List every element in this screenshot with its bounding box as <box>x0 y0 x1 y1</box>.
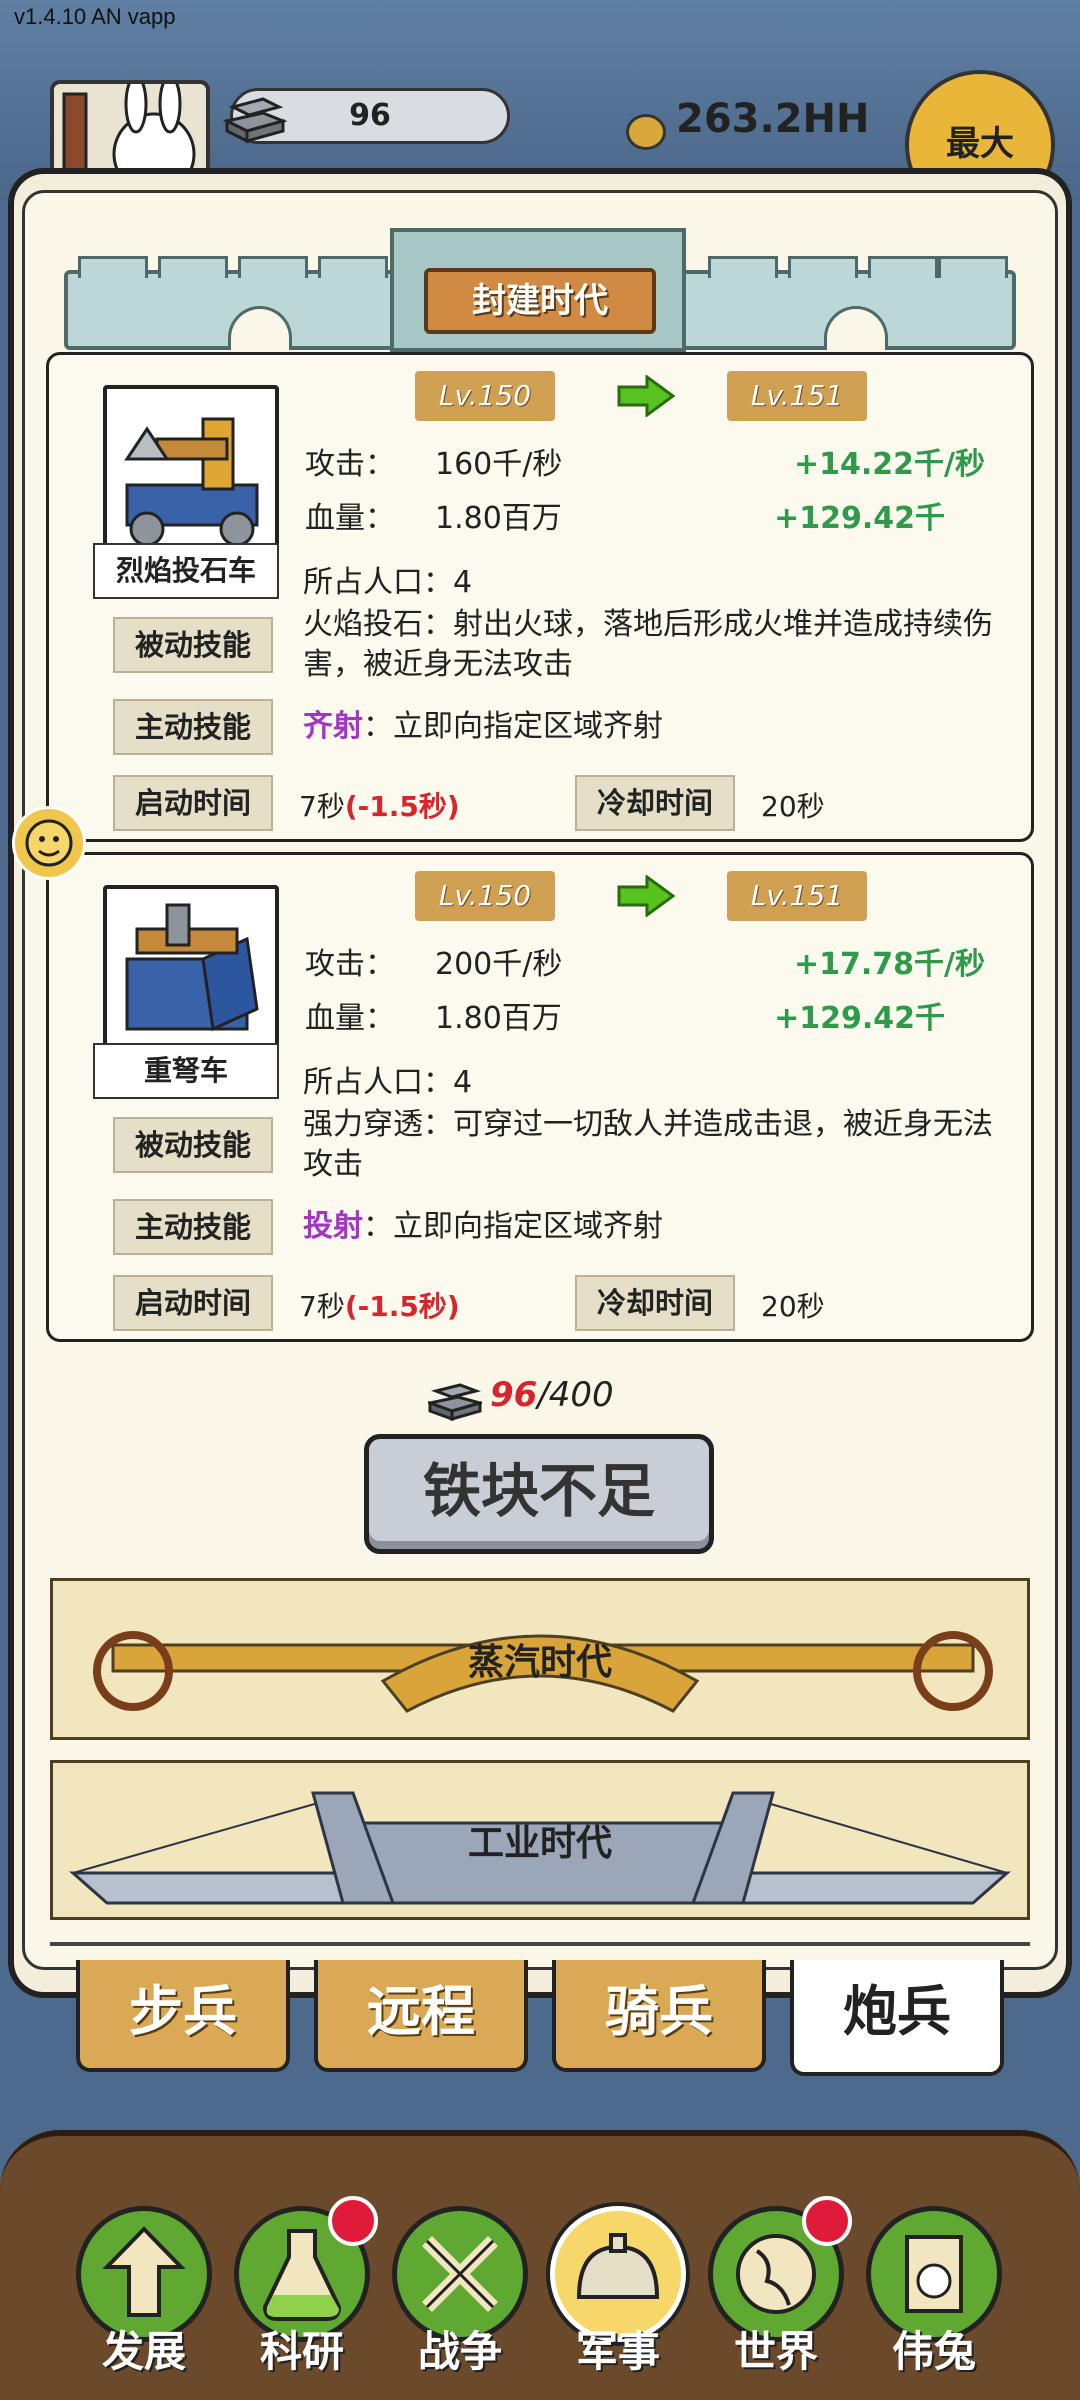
passive-skill-desc: 强力穿透：可穿过一切敌人并造成击退，被近身无法攻击 <box>303 1107 993 1182</box>
attack-delta: +14.22千/秒 <box>794 447 985 482</box>
era-banner-steam[interactable]: 蒸汽时代 <box>50 1578 1030 1740</box>
nav-label-military: 军事 <box>575 2327 660 2376</box>
active-skill-line: 齐射：立即向指定区域齐射 <box>303 707 1003 747</box>
floating-assistant-button[interactable] <box>12 806 86 880</box>
catapult-icon <box>124 417 259 547</box>
start-time-button[interactable]: 启动时间 <box>113 1275 273 1331</box>
active-skill-line: 投射：立即向指定区域齐射 <box>303 1207 1003 1247</box>
tab-infantry[interactable]: 步兵 <box>76 1960 290 2072</box>
active-skill-desc: ：立即向指定区域齐射 <box>363 1209 663 1244</box>
coin-amount: 263.2HH <box>676 96 870 142</box>
attack-row: 攻击： 160千/秒 <box>305 439 562 483</box>
hp-label: 血量： <box>305 1001 395 1036</box>
attack-row: 攻击： 200千/秒 <box>305 939 562 983</box>
assistant-face-icon <box>25 819 73 867</box>
attack-label: 攻击： <box>305 447 395 482</box>
hp-value: 1.80百万 <box>435 1001 562 1036</box>
start-time-value: 7秒(-1.5秒) <box>299 1285 460 1325</box>
nav-label-war: 战争 <box>417 2327 502 2376</box>
unit-card-heavy-ballista: 重弩车 Lv.150 Lv.151 攻击： 200千/秒 +17.78千/秒 血量… <box>46 852 1034 1342</box>
upgrade-cost: 96/400 <box>428 1375 614 1425</box>
current-era-title: 封建时代 <box>424 268 656 334</box>
nav-label-develop: 发展 <box>101 2327 186 2376</box>
cost-have: 96 <box>490 1375 538 1415</box>
cooldown-button[interactable]: 冷却时间 <box>575 775 735 831</box>
population: 所占人口：4 <box>303 565 473 600</box>
heavy-ballista-portrait <box>103 885 279 1055</box>
arrow-right-icon <box>617 375 675 417</box>
hp-row: 血量： 1.80百万 <box>305 493 562 537</box>
ballista-icon <box>125 903 259 1032</box>
iron-counter: 96 <box>223 88 510 144</box>
attack-delta: +17.78千/秒 <box>794 947 985 982</box>
attack-value: 160千/秒 <box>435 447 563 482</box>
attack-value: 200千/秒 <box>435 947 563 982</box>
hp-row: 血量： 1.80百万 <box>305 993 562 1037</box>
active-skill-button[interactable]: 主动技能 <box>113 1199 273 1255</box>
level-current: Lv.150 <box>415 871 555 921</box>
start-time-reduce: (-1.5秒) <box>344 1290 460 1323</box>
era-label-steam: 蒸汽时代 <box>467 1642 613 1683</box>
start-time: 7秒 <box>299 1290 345 1323</box>
unit-card-flame-catapult: 烈焰投石车 Lv.150 Lv.151 攻击： 160千/秒 +14.22千/秒 … <box>46 352 1034 842</box>
level-next: Lv.151 <box>727 871 867 921</box>
tab-cavalry[interactable]: 骑兵 <box>552 1960 766 2072</box>
level-next: Lv.151 <box>727 371 867 421</box>
active-skill-desc: ：立即向指定区域齐射 <box>363 709 663 744</box>
iron-ingot-icon <box>428 1383 482 1421</box>
population: 所占人口：4 <box>303 1065 473 1100</box>
arrow-right-icon <box>617 875 675 917</box>
start-time-button[interactable]: 启动时间 <box>113 775 273 831</box>
tab-artillery[interactable]: 炮兵 <box>790 1960 1004 2076</box>
start-time-reduce: (-1.5秒) <box>344 790 460 823</box>
unit-name: 烈焰投石车 <box>93 543 279 599</box>
cooldown-value: 20秒 <box>761 1290 825 1323</box>
coin-icon <box>626 114 666 150</box>
level-current: Lv.150 <box>415 371 555 421</box>
research-badge <box>328 2196 378 2246</box>
world-badge <box>802 2196 852 2246</box>
flame-catapult-portrait <box>103 385 279 555</box>
passive-skill-desc: 火焰投石：射出火球，落地后形成火堆并造成持续伤害，被近身无法攻击 <box>303 607 993 682</box>
attack-label: 攻击： <box>305 947 395 982</box>
hp-delta: +129.42千 <box>774 1001 945 1036</box>
era-label-industrial: 工业时代 <box>467 1823 613 1864</box>
active-skill-button[interactable]: 主动技能 <box>113 699 273 755</box>
cooldown-button[interactable]: 冷却时间 <box>575 1275 735 1331</box>
upgrade-button[interactable]: 铁块不足 <box>364 1434 714 1554</box>
cost-need: /400 <box>537 1375 614 1415</box>
iron-ingot-icon <box>223 97 287 144</box>
nav-label-research: 科研 <box>259 2327 344 2376</box>
cooldown-value: 20秒 <box>761 790 825 823</box>
iron-amount: 96 <box>349 98 391 133</box>
version-label: v1.4.10 AN vapp <box>14 4 176 29</box>
hp-delta: +129.42千 <box>774 501 945 536</box>
nav-label-world: 世界 <box>733 2327 818 2376</box>
active-skill-name: 投射 <box>303 1209 363 1244</box>
era-banner-industrial[interactable]: 工业时代 <box>50 1760 1030 1920</box>
passive-skill-button[interactable]: 被动技能 <box>113 1117 273 1173</box>
unit-name: 重弩车 <box>93 1043 279 1099</box>
panel-divider <box>50 1942 1030 1946</box>
active-skill-name: 齐射 <box>303 709 363 744</box>
start-time-value: 7秒(-1.5秒) <box>299 785 460 825</box>
hp-label: 血量： <box>305 501 395 536</box>
tab-ranged[interactable]: 远程 <box>314 1960 528 2072</box>
hp-value: 1.80百万 <box>435 501 562 536</box>
passive-skill-button[interactable]: 被动技能 <box>113 617 273 673</box>
nav-label-great-rabbit: 伟兔 <box>891 2327 976 2376</box>
start-time: 7秒 <box>299 790 345 823</box>
